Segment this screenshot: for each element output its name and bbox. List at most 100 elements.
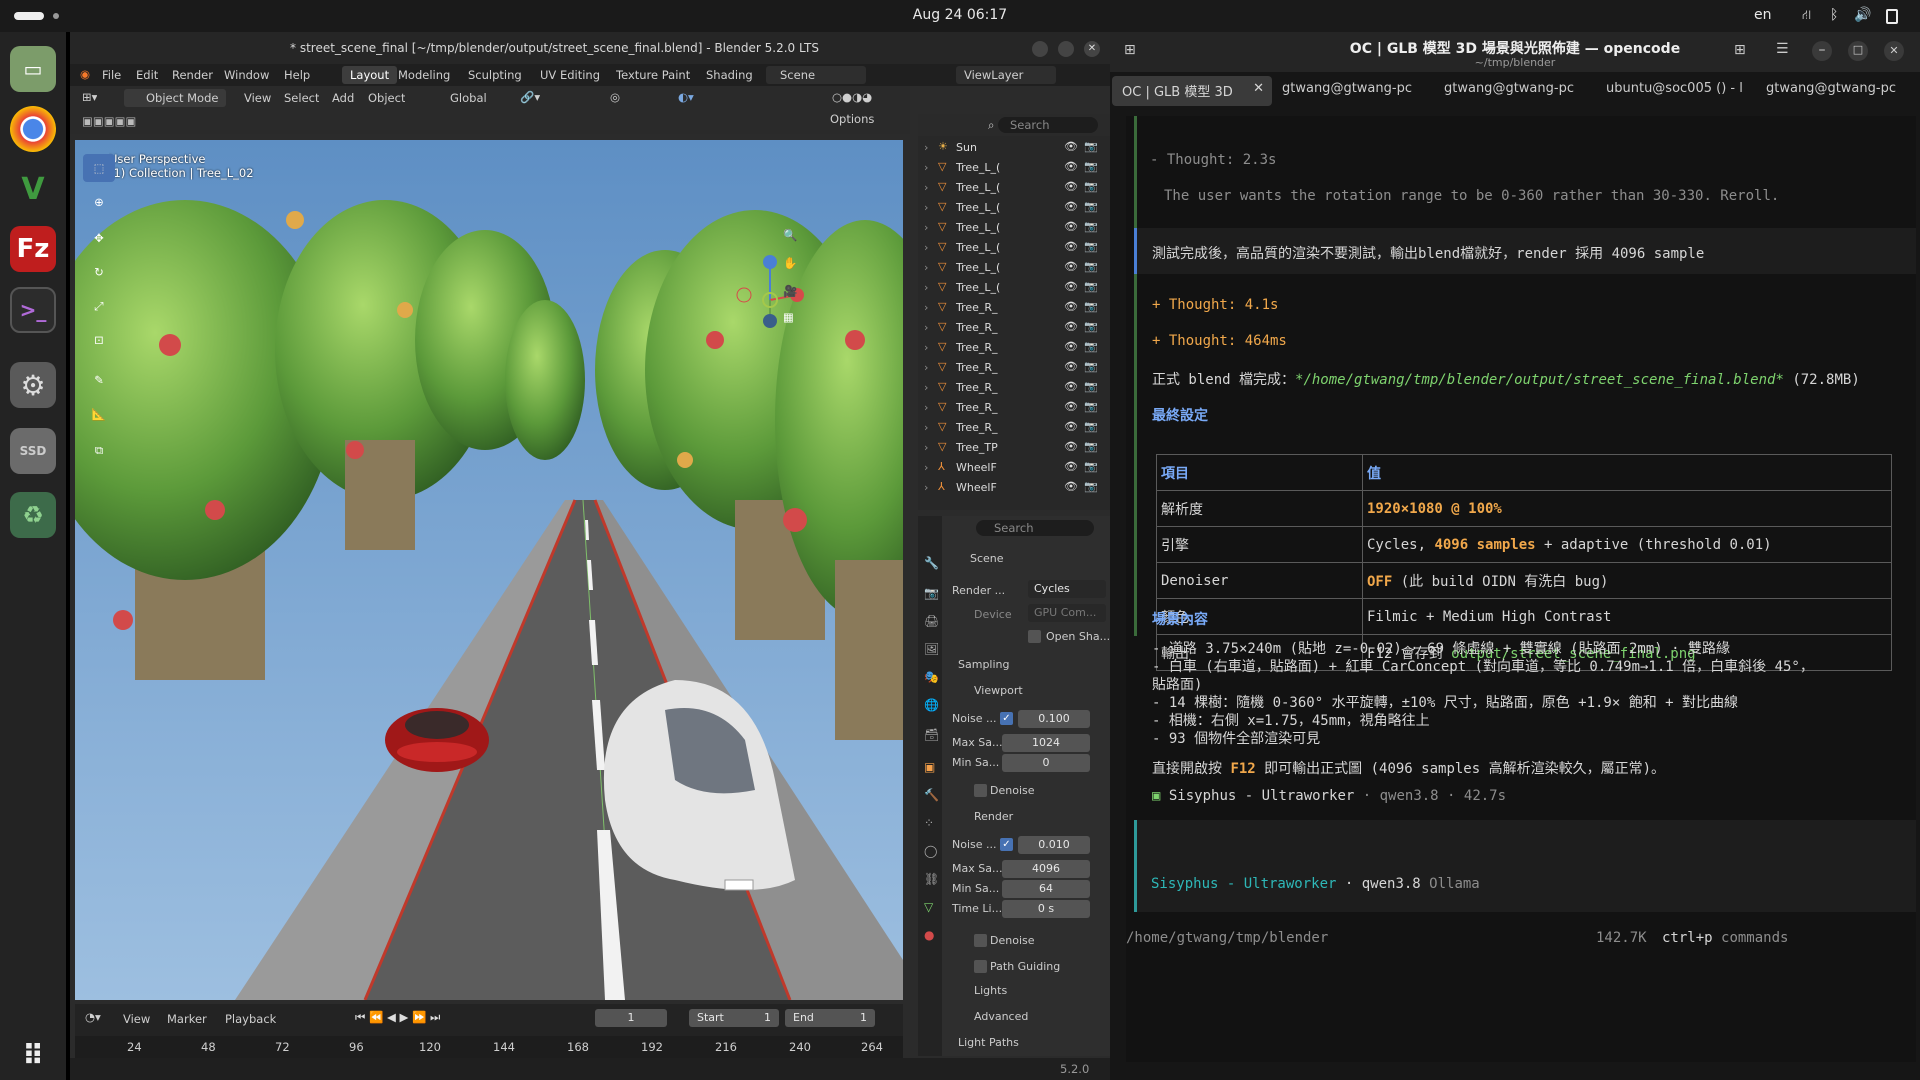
expand-chevron-icon[interactable]: ›: [924, 141, 928, 154]
selection-mode-icons[interactable]: ▣▣▣▣▣: [82, 114, 136, 128]
expand-chevron-icon[interactable]: ›: [924, 381, 928, 394]
path-guiding-label[interactable]: Path Guiding: [990, 960, 1060, 973]
time-limit-field[interactable]: 0 s: [1002, 900, 1090, 918]
menu-add[interactable]: Add: [332, 91, 354, 105]
viewlayer-selector[interactable]: ViewLayer: [956, 66, 1056, 84]
mode-selector[interactable]: Object Mode: [124, 89, 227, 107]
outliner-item[interactable]: › ☀ Sun 👁 📷: [918, 138, 1110, 158]
volume-icon[interactable]: 🔊: [1854, 7, 1871, 23]
overlay-icon[interactable]: ◐▾: [678, 90, 694, 104]
vp-max-samples-field[interactable]: 1024: [1002, 734, 1090, 752]
render-camera-icon[interactable]: 📷: [1084, 240, 1098, 253]
render-camera-icon[interactable]: 📷: [1084, 180, 1098, 193]
timeline-marker-menu[interactable]: Marker: [167, 1012, 207, 1026]
outliner-item[interactable]: › ⅄ WheelF 👁 📷: [918, 478, 1110, 498]
timeline-playback-menu[interactable]: Playback: [225, 1012, 276, 1026]
render-camera-icon[interactable]: 📷: [1084, 460, 1098, 473]
files-icon[interactable]: ▭: [10, 46, 56, 92]
trash-icon[interactable]: ♻: [10, 492, 56, 538]
advanced-panel-header[interactable]: Advanced: [974, 1010, 1028, 1023]
expand-chevron-icon[interactable]: ›: [924, 321, 928, 334]
world-tab-icon[interactable]: 🌐: [924, 698, 939, 712]
tab-overview-icon[interactable]: ⊞: [1734, 42, 1746, 58]
tab-shading[interactable]: Shading: [706, 68, 753, 82]
outliner-item[interactable]: › ▽ Tree_R_ 👁 📷: [918, 398, 1110, 418]
maximize-button[interactable]: [1058, 41, 1074, 57]
r-noise-threshold-checkbox[interactable]: ✓: [1000, 838, 1013, 851]
zoom-icon[interactable]: 🔍: [783, 228, 797, 242]
playback-controls[interactable]: ⏮ ⏪ ◀ ▶ ⏩ ⏭: [355, 1010, 440, 1025]
prompt-input[interactable]: Sisyphus - Ultraworker · qwen3.8 Ollama: [1134, 820, 1916, 912]
menu-help[interactable]: Help: [284, 68, 310, 82]
shading-solid-icon[interactable]: ○●◑◕: [832, 90, 872, 104]
prompt-model[interactable]: · qwen3.8: [1336, 876, 1429, 892]
scale-tool-icon[interactable]: ⤢: [83, 292, 115, 320]
particles-tab-icon[interactable]: ⁘: [924, 816, 934, 830]
visibility-eye-icon[interactable]: 👁: [1064, 380, 1078, 393]
outliner-filter-icon[interactable]: ⌕: [988, 118, 994, 133]
visibility-eye-icon[interactable]: 👁: [1064, 240, 1078, 253]
show-apps-icon[interactable]: ⠿: [10, 1032, 56, 1078]
material-tab-icon[interactable]: ●: [924, 928, 934, 942]
ortho-grid-icon[interactable]: ▦: [783, 310, 794, 324]
pan-hand-icon[interactable]: ✋: [783, 256, 797, 270]
render-camera-icon[interactable]: 📷: [1084, 220, 1098, 233]
expand-chevron-icon[interactable]: ›: [924, 401, 928, 414]
render-subpanel-header[interactable]: Render: [974, 810, 1013, 823]
cursor-tool-icon[interactable]: ⊕: [83, 188, 115, 216]
menu-file[interactable]: File: [102, 68, 121, 82]
expand-chevron-icon[interactable]: ›: [924, 261, 928, 274]
annotate-tool-icon[interactable]: ✎: [83, 366, 115, 394]
bluetooth-icon[interactable]: ᛒ: [1830, 7, 1838, 23]
tab-uv-editing[interactable]: UV Editing: [540, 68, 600, 82]
activities-button[interactable]: [14, 12, 44, 20]
thought-toggle[interactable]: + Thought: 464ms: [1152, 333, 1287, 349]
expand-chevron-icon[interactable]: ›: [924, 361, 928, 374]
outliner-item[interactable]: › ▽ Tree_R_ 👁 📷: [918, 378, 1110, 398]
timeline-view-menu[interactable]: View: [123, 1012, 150, 1026]
thought-toggle[interactable]: - Thought: 2.3s: [1150, 152, 1276, 168]
expand-chevron-icon[interactable]: ›: [924, 421, 928, 434]
transform-tool-icon[interactable]: ⊡: [83, 326, 115, 354]
proportional-edit-icon[interactable]: ◎: [610, 90, 620, 104]
visibility-eye-icon[interactable]: 👁: [1064, 420, 1078, 433]
blender-logo-icon[interactable]: ◉: [80, 67, 90, 81]
vp-min-samples-field[interactable]: 0: [1002, 754, 1090, 772]
visibility-eye-icon[interactable]: 👁: [1064, 160, 1078, 173]
scene-selector[interactable]: Scene: [766, 66, 866, 84]
device-select[interactable]: GPU Com...: [1028, 604, 1106, 622]
tab-layout[interactable]: Layout: [342, 66, 398, 84]
prompt-agent[interactable]: Sisyphus - Ultraworker: [1151, 876, 1336, 892]
terminal-tab-active[interactable]: OC | GLB 模型 3D ✕: [1112, 76, 1272, 106]
workspace-indicator[interactable]: [53, 13, 59, 19]
visibility-eye-icon[interactable]: 👁: [1064, 260, 1078, 273]
measure-tool-icon[interactable]: 📐: [83, 400, 115, 428]
expand-chevron-icon[interactable]: ›: [924, 301, 928, 314]
outliner-item[interactable]: › ⅄ WheelF 👁 📷: [918, 458, 1110, 478]
close-button[interactable]: ✕: [1084, 41, 1100, 57]
visibility-eye-icon[interactable]: 👁: [1064, 140, 1078, 153]
outliner-item[interactable]: › ▽ Tree_L_(👁 📷: [918, 178, 1110, 198]
visibility-eye-icon[interactable]: 👁: [1064, 440, 1078, 453]
settings-icon[interactable]: ⚙: [10, 362, 56, 408]
minimize-button[interactable]: [1032, 41, 1048, 57]
expand-chevron-icon[interactable]: ›: [924, 341, 928, 354]
add-cube-tool-icon[interactable]: ⧉: [83, 436, 115, 464]
render-camera-icon[interactable]: 📷: [1084, 260, 1098, 273]
expand-chevron-icon[interactable]: ›: [924, 201, 928, 214]
terminal-tab[interactable]: ubuntu@soc005 () - l: [1606, 81, 1756, 96]
tool-tab-icon[interactable]: 🔧: [924, 556, 939, 570]
outliner-item[interactable]: › ▽ Tree_L_(👁 📷: [918, 158, 1110, 178]
render-camera-icon[interactable]: 📷: [1084, 320, 1098, 333]
vp-denoise-label[interactable]: Denoise: [990, 784, 1035, 797]
filezilla-icon[interactable]: Fz: [10, 226, 56, 272]
minimize-button[interactable]: –: [1812, 41, 1832, 61]
visibility-eye-icon[interactable]: 👁: [1064, 480, 1078, 493]
rotate-tool-icon[interactable]: ↻: [83, 258, 115, 286]
path-guiding-checkbox[interactable]: [974, 960, 987, 973]
render-camera-icon[interactable]: 📷: [1084, 480, 1098, 493]
outliner-search[interactable]: Search: [998, 117, 1098, 133]
outliner-item[interactable]: › ▽ Tree_L_(👁 📷: [918, 258, 1110, 278]
render-camera-icon[interactable]: 📷: [1084, 160, 1098, 173]
terminal-tab[interactable]: gtwang@gtwang-pc: [1766, 81, 1916, 96]
